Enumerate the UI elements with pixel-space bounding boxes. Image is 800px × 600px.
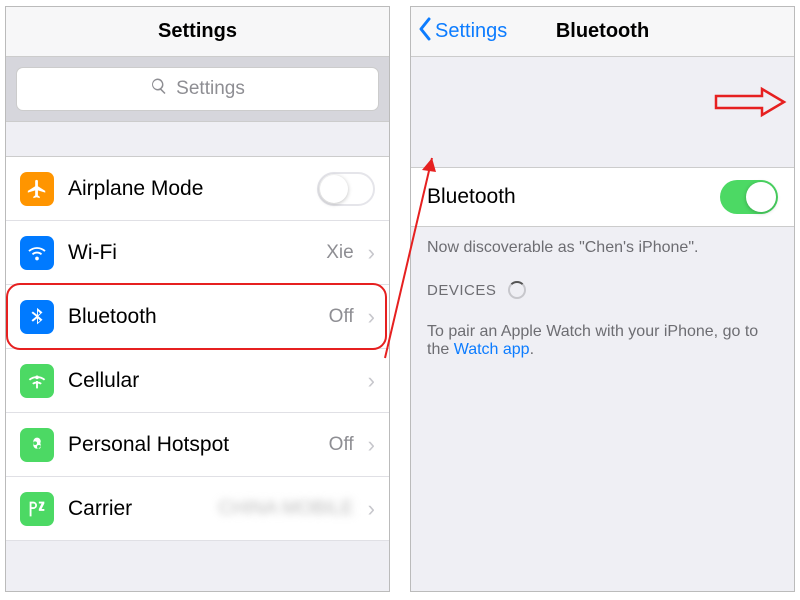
devices-title-label: DEVICES	[427, 282, 496, 299]
spinner-icon	[508, 281, 526, 299]
back-button[interactable]: Settings	[417, 7, 507, 56]
search-bar-container: Settings	[6, 57, 389, 122]
row-bluetooth[interactable]: Bluetooth Off ›	[6, 285, 389, 349]
settings-list: Airplane Mode Wi-Fi Xie › Bluetooth Off …	[6, 156, 389, 541]
row-value: Off	[329, 306, 354, 328]
row-label: Personal Hotspot	[68, 433, 315, 457]
settings-title: Settings	[158, 20, 237, 43]
airplane-toggle[interactable]	[317, 172, 375, 206]
row-label: Bluetooth	[68, 305, 315, 329]
hotspot-icon	[20, 428, 54, 462]
chevron-right-icon: ›	[368, 496, 375, 522]
bluetooth-toggle[interactable]	[720, 180, 778, 214]
row-wifi[interactable]: Wi-Fi Xie ›	[6, 221, 389, 285]
row-airplane-mode[interactable]: Airplane Mode	[6, 157, 389, 221]
row-value: Off	[329, 434, 354, 456]
watch-app-link[interactable]: Watch app	[454, 341, 530, 358]
row-label: Airplane Mode	[68, 177, 303, 201]
bluetooth-panel: Settings Bluetooth Bluetooth Now discove…	[410, 6, 795, 592]
back-label: Settings	[435, 20, 507, 43]
row-value: CHINA MOBILE	[219, 498, 354, 520]
wifi-icon	[20, 236, 54, 270]
search-placeholder: Settings	[176, 78, 245, 100]
cellular-icon	[20, 364, 54, 398]
carrier-icon	[20, 492, 54, 526]
chevron-right-icon: ›	[368, 368, 375, 394]
settings-panel: Settings Settings Airplane Mode Wi-Fi Xi…	[5, 6, 390, 592]
row-label: Carrier	[68, 497, 205, 521]
devices-section-header: DEVICES	[411, 269, 794, 311]
pairing-note: To pair an Apple Watch with your iPhone,…	[411, 311, 794, 371]
section-gap	[6, 122, 389, 156]
chevron-right-icon: ›	[368, 304, 375, 330]
chevron-right-icon: ›	[368, 432, 375, 458]
row-cellular[interactable]: Cellular ›	[6, 349, 389, 413]
bluetooth-icon	[20, 300, 54, 334]
row-personal-hotspot[interactable]: Personal Hotspot Off ›	[6, 413, 389, 477]
bluetooth-toggle-row: Bluetooth	[411, 167, 794, 227]
search-input[interactable]: Settings	[16, 67, 379, 111]
bluetooth-title: Bluetooth	[556, 20, 649, 43]
bluetooth-header: Settings Bluetooth	[411, 7, 794, 57]
row-label: Cellular	[68, 369, 354, 393]
chevron-right-icon: ›	[368, 240, 375, 266]
row-label: Wi-Fi	[68, 241, 312, 265]
search-icon	[150, 77, 168, 101]
section-gap	[411, 57, 794, 167]
settings-header: Settings	[6, 7, 389, 57]
airplane-icon	[20, 172, 54, 206]
row-value: Xie	[326, 242, 353, 264]
toggle-label: Bluetooth	[427, 185, 516, 209]
discoverable-text: Now discoverable as "Chen's iPhone".	[411, 227, 794, 269]
pairing-text-b: .	[530, 341, 534, 358]
chevron-left-icon	[417, 17, 433, 47]
row-carrier[interactable]: Carrier CHINA MOBILE ›	[6, 477, 389, 541]
